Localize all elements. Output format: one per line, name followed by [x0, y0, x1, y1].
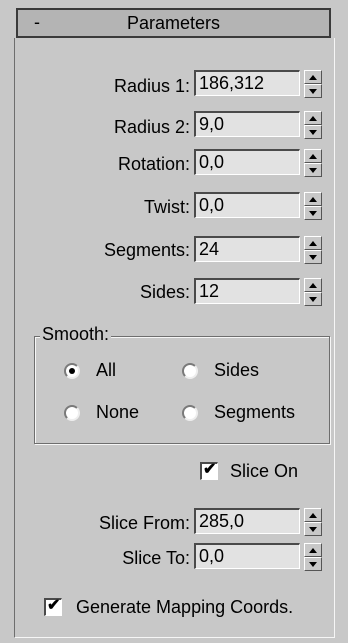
spinner-up-icon[interactable] — [304, 192, 322, 206]
segments-field[interactable]: 24 — [194, 236, 300, 262]
rollout-title: Parameters — [126, 13, 221, 33]
segments-row: Segments: — [20, 236, 190, 266]
twist-row: Twist: — [20, 193, 190, 223]
checkmark-icon: ✔ — [203, 461, 217, 478]
slice-to-spinner[interactable] — [304, 543, 322, 571]
spinner-up-icon[interactable] — [304, 149, 322, 163]
rotation-row: Rotation: — [20, 150, 190, 180]
slice-to-field[interactable]: 0,0 — [194, 543, 300, 569]
smooth-segments-label[interactable]: Segments — [214, 402, 295, 423]
spinner-down-icon[interactable] — [304, 292, 322, 306]
smooth-none-label[interactable]: None — [96, 402, 139, 423]
radius1-field[interactable]: 186,312 — [194, 70, 300, 96]
twist-field[interactable]: 0,0 — [194, 192, 300, 218]
spinner-down-icon[interactable] — [304, 522, 322, 536]
twist-spinner[interactable] — [304, 192, 322, 220]
radius1-spinner[interactable] — [304, 70, 322, 98]
radius2-row: Radius 2: — [20, 113, 190, 143]
spinner-up-icon[interactable] — [304, 278, 322, 292]
spinner-down-icon[interactable] — [304, 163, 322, 177]
smooth-all-label[interactable]: All — [96, 360, 116, 381]
radius1-label: Radius 1: — [113, 76, 190, 96]
segments-spinner[interactable] — [304, 236, 322, 264]
spinner-up-icon[interactable] — [304, 508, 322, 522]
rotation-spinner[interactable] — [304, 149, 322, 177]
spinner-up-icon[interactable] — [304, 236, 322, 250]
sides-field[interactable]: 12 — [194, 278, 300, 304]
smooth-all-radio[interactable] — [64, 363, 80, 379]
twist-label: Twist: — [143, 197, 190, 217]
spinner-down-icon[interactable] — [304, 250, 322, 264]
smooth-sides-radio[interactable] — [182, 363, 198, 379]
smooth-group — [34, 336, 330, 444]
smooth-group-title: Smooth: — [40, 324, 112, 345]
spinner-up-icon[interactable] — [304, 70, 322, 84]
spinner-down-icon[interactable] — [304, 84, 322, 98]
slice-from-field[interactable]: 285,0 — [194, 508, 300, 534]
spinner-up-icon[interactable] — [304, 543, 322, 557]
slice-from-row: Slice From: — [20, 509, 190, 539]
sides-spinner[interactable] — [304, 278, 322, 306]
radius1-row: Radius 1: — [20, 72, 190, 102]
slice-to-row: Slice To: — [20, 544, 190, 574]
spinner-up-icon[interactable] — [304, 111, 322, 125]
smooth-none-radio[interactable] — [64, 405, 80, 421]
segments-label: Segments: — [103, 240, 190, 260]
parameters-rollout-header[interactable]: - Parameters — [16, 8, 331, 38]
slice-to-label: Slice To: — [122, 548, 190, 568]
radius2-spinner[interactable] — [304, 111, 322, 139]
rotation-field[interactable]: 0,0 — [194, 149, 300, 175]
sides-row: Sides: — [20, 278, 190, 308]
smooth-sides-label[interactable]: Sides — [214, 360, 259, 381]
mapping-coords-label[interactable]: Generate Mapping Coords. — [76, 597, 293, 618]
checkmark-icon: ✔ — [47, 597, 61, 614]
spinner-down-icon[interactable] — [304, 557, 322, 571]
spinner-down-icon[interactable] — [304, 206, 322, 220]
radius2-label: Radius 2: — [113, 117, 190, 137]
mapping-coords-checkbox[interactable]: ✔ — [44, 597, 62, 616]
slice-from-spinner[interactable] — [304, 508, 322, 536]
rotation-label: Rotation: — [117, 154, 190, 174]
spinner-down-icon[interactable] — [304, 125, 322, 139]
slice-on-checkbox[interactable]: ✔ — [200, 461, 218, 480]
sides-label: Sides: — [139, 282, 190, 302]
smooth-segments-radio[interactable] — [182, 405, 198, 421]
radius2-field[interactable]: 9,0 — [194, 111, 300, 137]
slice-from-label: Slice From: — [98, 513, 190, 533]
slice-on-label[interactable]: Slice On — [230, 461, 298, 482]
